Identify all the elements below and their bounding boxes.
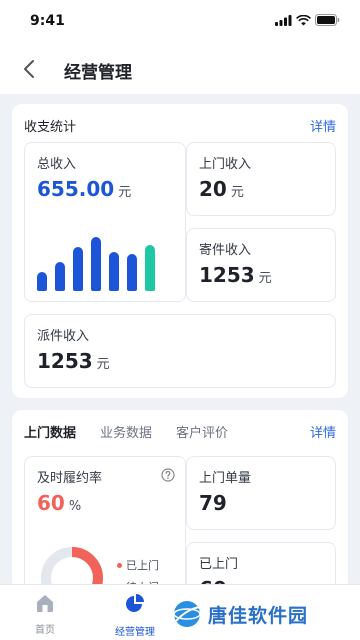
- total-income-tile[interactable]: 总收入 655.00 元: [24, 142, 186, 302]
- wifi-icon: [296, 14, 311, 25]
- watermark-text: 唐佳软件园: [208, 604, 309, 627]
- send-income-value: 1253 元: [199, 263, 272, 287]
- door-orders-tile[interactable]: 上门单量 79: [186, 456, 336, 530]
- delivery-income-label: 派件收入: [37, 329, 90, 344]
- globe-logo-icon: [173, 601, 201, 627]
- door-data-card: 上门数据 业务数据 客户评价 详情 及时履约率 60% 已上门 待上门 上门单量…: [12, 410, 348, 616]
- door-income-tile[interactable]: 上门收入 20 元: [186, 142, 336, 216]
- door-income-label: 上门收入: [199, 157, 252, 172]
- send-income-tile[interactable]: 寄件收入 1253 元: [186, 228, 336, 302]
- tab-business-data[interactable]: 业务数据: [100, 422, 152, 441]
- status-time: 9:41: [30, 13, 65, 29]
- legend-item-visited: 已上门: [117, 557, 159, 573]
- back-button[interactable]: [16, 56, 42, 82]
- door-detail-link[interactable]: 详情: [310, 422, 336, 441]
- ontime-rate-unit: %: [68, 499, 82, 514]
- chart-bar: [145, 245, 155, 291]
- income-section-title: 收支统计: [24, 120, 77, 135]
- chart-bar: [109, 252, 119, 291]
- delivery-income-tile[interactable]: 派件收入 1253 元: [24, 314, 336, 388]
- legend-label-visited: 已上门: [126, 559, 159, 572]
- help-icon[interactable]: [161, 468, 175, 482]
- signal-icon: [275, 14, 292, 26]
- chart-bar: [37, 272, 47, 291]
- income-bar-chart: [37, 231, 177, 291]
- door-income-unit: 元: [230, 185, 244, 200]
- bottom-tab-home[interactable]: 首页: [10, 593, 80, 636]
- delivery-income-value: 1253 元: [37, 349, 110, 373]
- battery-icon: [315, 14, 340, 26]
- tab-door-data[interactable]: 上门数据: [24, 422, 76, 441]
- door-orders-value: 79: [199, 491, 227, 515]
- door-income-value: 20 元: [199, 177, 244, 201]
- ontime-rate-value: 60%: [37, 491, 81, 515]
- bottom-tab-business[interactable]: 经营管理: [100, 593, 170, 638]
- send-income-amount: 1253: [199, 263, 255, 287]
- tab-customer-review[interactable]: 客户评价: [176, 422, 228, 441]
- ontime-rate-number: 60: [37, 491, 65, 515]
- chart-bar: [73, 247, 83, 291]
- nav-bar: 经营管理: [0, 44, 360, 94]
- total-income-value: 655.00 元: [37, 177, 131, 201]
- delivery-income-amount: 1253: [37, 349, 93, 373]
- legend-dot-visited: [117, 562, 122, 568]
- pie-chart-icon: [126, 594, 144, 612]
- income-detail-link[interactable]: 详情: [310, 116, 336, 135]
- send-income-unit: 元: [258, 271, 272, 286]
- status-bar: 9:41: [0, 0, 360, 44]
- page-title: 经营管理: [64, 63, 132, 83]
- chart-bar: [127, 254, 137, 291]
- visited-label: 已上门: [199, 557, 239, 572]
- delivery-income-unit: 元: [96, 357, 110, 372]
- ontime-rate-label: 及时履约率: [37, 471, 103, 486]
- bottom-tab-home-label: 首页: [35, 625, 55, 636]
- status-icons: [275, 14, 340, 26]
- watermark-logo: 唐佳软件园: [172, 594, 358, 634]
- income-card: 收支统计 详情 总收入 655.00 元 上门收入 20 元 寄件收入 1253 元 …: [12, 104, 348, 398]
- send-income-label: 寄件收入: [199, 243, 252, 258]
- door-income-amount: 20: [199, 177, 227, 201]
- chevron-left-icon: [24, 60, 34, 78]
- total-income-unit: 元: [118, 185, 132, 200]
- chart-bar: [91, 237, 101, 291]
- bottom-tab-business-label: 经营管理: [115, 627, 155, 638]
- door-orders-label: 上门单量: [199, 471, 252, 486]
- total-income-amount: 655.00: [37, 177, 115, 201]
- chart-bar: [55, 262, 65, 291]
- total-income-label: 总收入: [37, 157, 77, 172]
- home-icon: [37, 595, 53, 612]
